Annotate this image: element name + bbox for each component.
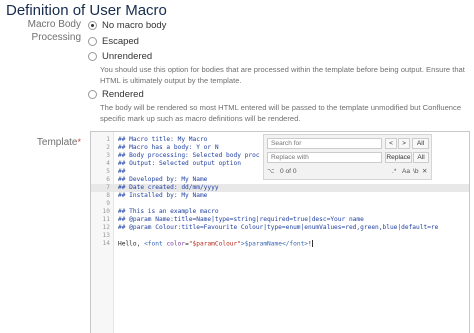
radio-label: Rendered: [102, 89, 144, 100]
body-processing-label: Macro Body Processing: [27, 19, 81, 43]
code-line[interactable]: 11 ## @param Name:title=Name|type=string|…: [91, 216, 469, 224]
unrendered-description: You should use this option for bodies th…: [100, 65, 465, 85]
match-case-toggle[interactable]: Aa: [402, 167, 410, 176]
search-options-icon[interactable]: ⌥: [267, 167, 275, 176]
code-line[interactable]: 13: [91, 232, 469, 240]
search-input[interactable]: [267, 138, 382, 149]
code-line[interactable]: 9: [91, 200, 469, 208]
page-title: Definition of User Macro: [6, 2, 167, 19]
search-replace-panel: < > All Replace All ⌥ 0 of 0 .* Aa \b ✕: [263, 134, 432, 180]
regex-toggle[interactable]: .*: [392, 167, 396, 176]
code-line[interactable]: 14 Hello, <font color="$paramColour">$par…: [91, 240, 469, 248]
code-line[interactable]: 12 ## @param Colour:title=Favourite Colou…: [91, 224, 469, 232]
match-count: 0 of 0: [280, 168, 297, 175]
radio-unrendered[interactable]: Unrendered: [88, 51, 152, 62]
prev-match-button[interactable]: <: [385, 138, 397, 149]
replace-button[interactable]: Replace: [385, 152, 412, 163]
radio-no-macro-body[interactable]: No macro body: [88, 20, 166, 31]
replace-all-button[interactable]: All: [413, 152, 429, 163]
radio-label: Unrendered: [102, 51, 153, 62]
text-cursor: [311, 240, 313, 247]
close-icon[interactable]: ✕: [422, 167, 428, 176]
code-line[interactable]: 10 ## This is an example macro: [91, 208, 469, 216]
radio-escaped[interactable]: Escaped: [88, 36, 139, 47]
select-all-matches-button[interactable]: All: [412, 138, 429, 149]
required-marker: *: [77, 137, 81, 147]
radio-button[interactable]: [88, 90, 97, 99]
code-line-text: Hello, <font color="$paramColour">$param…: [118, 240, 313, 248]
radio-button[interactable]: [88, 37, 97, 46]
radio-label: Escaped: [102, 36, 139, 47]
next-match-button[interactable]: >: [398, 138, 410, 149]
replace-input[interactable]: [267, 152, 382, 163]
radio-button[interactable]: [88, 52, 97, 61]
code-line-active[interactable]: 7 ## Date created: dd/mm/yyyy: [91, 184, 469, 192]
radio-label: No macro body: [102, 20, 167, 31]
whole-word-toggle[interactable]: \b: [413, 167, 419, 176]
radio-button-checked[interactable]: [88, 21, 97, 30]
template-label: Template*: [36, 137, 81, 148]
radio-rendered[interactable]: Rendered: [88, 89, 144, 100]
rendered-description: The body will be rendered so most HTML e…: [100, 103, 462, 123]
code-line[interactable]: 8 ## Installed by: My Name: [91, 192, 469, 200]
